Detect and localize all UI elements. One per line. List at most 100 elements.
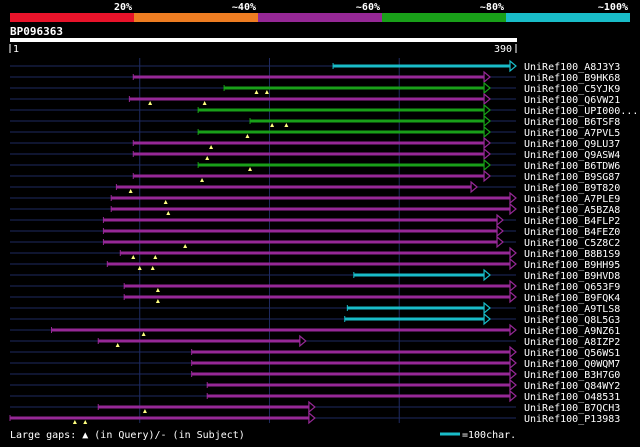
hit-row[interactable]: UniRef100_Q0WQM7 — [191, 356, 621, 370]
hit-label[interactable]: UniRef100_Q9ASW4 — [524, 150, 620, 161]
hit-row[interactable]: UniRef100_Q653F9 — [123, 279, 620, 293]
query-gap-marker — [72, 420, 77, 424]
hit-arrow — [308, 400, 316, 414]
hit-row[interactable]: UniRef100_Q56WS1 — [191, 345, 621, 359]
hit-row[interactable]: UniRef100_C5Z8C2 — [102, 235, 620, 249]
hit-row[interactable]: UniRef100_Q6VW21 — [128, 92, 620, 106]
query-gap-marker — [209, 145, 214, 149]
hit-arrow — [509, 378, 517, 392]
hit-label[interactable]: UniRef100_UPI000... — [524, 106, 638, 117]
hit-row[interactable]: UniRef100_B9HK68 — [132, 70, 620, 84]
hit-row[interactable]: UniRef100_B9FQK4 — [123, 290, 620, 304]
hit-arrow — [483, 147, 491, 161]
hit-row[interactable]: UniRef100_B9T820 — [115, 180, 620, 194]
hit-arrow — [483, 103, 491, 117]
hit-label[interactable]: UniRef100_A7PVL5 — [524, 128, 620, 139]
query-gap-marker — [155, 299, 160, 303]
legend-label-3: ~60% — [356, 2, 380, 13]
hit-row[interactable]: UniRef100_A8J3Y3 — [332, 59, 620, 73]
hit-label[interactable]: UniRef100_B8B1S9 — [524, 249, 620, 260]
hit-label[interactable]: UniRef100_Q9LU37 — [524, 139, 620, 150]
hit-row[interactable]: UniRef100_B4FEZ0 — [102, 224, 620, 238]
hit-label[interactable]: UniRef100_Q653F9 — [524, 282, 620, 293]
hit-label[interactable]: UniRef100_B4FLP2 — [524, 216, 620, 227]
hit-label[interactable]: UniRef100_A7PLE9 — [524, 194, 620, 205]
hit-row[interactable]: UniRef100_A9NZ61 — [51, 323, 621, 337]
hit-label[interactable]: UniRef100_A5BZA8 — [524, 205, 620, 216]
hit-row[interactable]: UniRef100_B6TDW6 — [197, 158, 620, 172]
hit-row[interactable]: UniRef100_UPI000... — [197, 103, 638, 117]
hit-label[interactable]: UniRef100_B4FEZ0 — [524, 227, 620, 238]
hit-label[interactable]: UniRef100_P13983 — [524, 414, 620, 425]
hit-row[interactable]: UniRef100_A7PLE9 — [110, 191, 620, 205]
hit-label[interactable]: UniRef100_B9FQK4 — [524, 293, 620, 304]
hit-label[interactable]: UniRef100_Q0WQM7 — [524, 359, 620, 370]
hit-row[interactable]: UniRef100_B6TSF8 — [249, 114, 620, 128]
hit-row[interactable]: UniRef100_Q8L5G3 — [344, 312, 621, 326]
hit-row[interactable]: UniRef100_B9SG87 — [132, 169, 620, 183]
query-gap-marker — [128, 189, 133, 193]
query-gap-marker — [248, 167, 253, 171]
hit-row[interactable]: UniRef100_B8B1S9 — [119, 246, 620, 260]
scale-text: =100char. — [462, 430, 516, 441]
hit-arrow — [483, 70, 491, 84]
legend-label-2: ~40% — [232, 2, 256, 13]
hit-arrow — [509, 202, 517, 216]
hit-label[interactable]: UniRef100_A9NZ61 — [524, 326, 620, 337]
hit-row[interactable]: UniRef100_B9HVD8 — [353, 268, 621, 282]
hit-row[interactable]: UniRef100_B4FLP2 — [102, 213, 620, 227]
hit-label[interactable]: UniRef100_B9SG87 — [524, 172, 620, 183]
hit-arrow — [496, 224, 504, 238]
query-gap-marker — [166, 211, 171, 215]
hit-label[interactable]: UniRef100_B7QCH3 — [524, 403, 620, 414]
hit-arrow — [496, 235, 504, 249]
hit-arrow — [509, 323, 517, 337]
hit-row[interactable]: UniRef100_B7QCH3 — [97, 400, 620, 414]
alignment-canvas: 20% ~40% ~60% ~80% ~100% BP096363 1 390 UniR… — [9, 2, 638, 441]
query-gap-marker — [254, 90, 259, 94]
hit-label[interactable]: UniRef100_C5Z8C2 — [524, 238, 620, 249]
hit-arrow — [496, 213, 504, 227]
hit-label[interactable]: UniRef100_B9HK68 — [524, 73, 620, 84]
hit-label[interactable]: UniRef100_B3H7G0 — [524, 370, 620, 381]
hit-row[interactable]: UniRef100_A8IZP2 — [97, 334, 620, 348]
query-gap-marker — [150, 266, 155, 270]
hit-label[interactable]: UniRef100_A8J3Y3 — [524, 62, 620, 73]
hit-label[interactable]: UniRef100_A8IZP2 — [524, 337, 620, 348]
hit-label[interactable]: UniRef100_Q56WS1 — [524, 348, 620, 359]
hit-row[interactable]: UniRef100_Q9LU37 — [132, 136, 620, 150]
hit-label[interactable]: UniRef100_B9HVD8 — [524, 271, 620, 282]
gap-legend-text: Large gaps: ▲ (in Query)/- (in Subject) — [10, 430, 245, 441]
hit-arrow — [483, 169, 491, 183]
hit-label[interactable]: UniRef100_O48531 — [524, 392, 620, 403]
query-gap-marker — [284, 123, 289, 127]
hit-arrow — [483, 136, 491, 150]
hit-row[interactable]: UniRef100_A5BZA8 — [110, 202, 620, 216]
hit-arrow — [483, 92, 491, 106]
query-gap-marker — [141, 332, 146, 336]
hit-label[interactable]: UniRef100_C5YJK9 — [524, 84, 620, 95]
hit-label[interactable]: UniRef100_B6TDW6 — [524, 161, 620, 172]
hit-arrow — [483, 125, 491, 139]
hit-row[interactable]: UniRef100_B9HH95 — [106, 257, 620, 271]
query-gap-marker — [163, 200, 168, 204]
legend-band-3 — [258, 13, 382, 22]
hit-row[interactable]: UniRef100_A7PVL5 — [197, 125, 620, 139]
hit-row[interactable]: UniRef100_B3H7G0 — [191, 367, 621, 381]
hit-label[interactable]: UniRef100_Q84WY2 — [524, 381, 620, 392]
query-gap-marker — [153, 255, 158, 259]
hit-label[interactable]: UniRef100_Q6VW21 — [524, 95, 620, 106]
hit-row[interactable]: UniRef100_C5YJK9 — [223, 81, 620, 95]
hit-label[interactable]: UniRef100_A9TLS8 — [524, 304, 620, 315]
query-gap-marker — [148, 101, 153, 105]
hit-label[interactable]: UniRef100_B6TSF8 — [524, 117, 620, 128]
hit-arrow — [470, 180, 479, 194]
legend-band-5 — [506, 13, 630, 22]
hit-label[interactable]: UniRef100_B9T820 — [524, 183, 620, 194]
hit-row[interactable]: UniRef100_Q9ASW4 — [132, 147, 620, 161]
hit-label[interactable]: UniRef100_Q8L5G3 — [524, 315, 620, 326]
hit-arrow — [483, 268, 491, 282]
hit-label[interactable]: UniRef100_B9HH95 — [524, 260, 620, 271]
hit-arrow — [509, 356, 517, 370]
hit-row[interactable]: UniRef100_P13983 — [9, 411, 620, 425]
